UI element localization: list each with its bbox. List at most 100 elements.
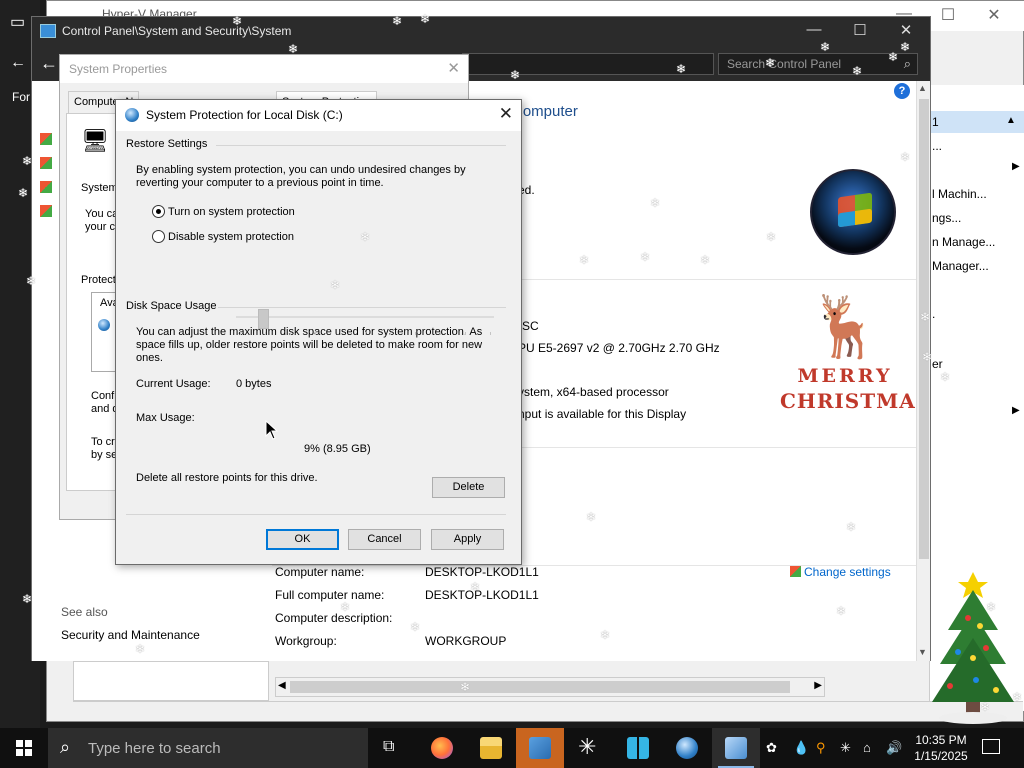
taskbar: ⌕ Type here to search ⧉ ✳ ✿ 💧 ⚲ ✳ ⌂ 🔊 10… — [0, 728, 1024, 768]
taskbar-app-globe[interactable] — [663, 728, 711, 768]
start-button[interactable] — [0, 728, 48, 768]
actions-header: 1 ▲ — [930, 111, 1024, 133]
hyperv-left-panel — [73, 661, 269, 701]
taskbar-system-properties[interactable] — [712, 728, 760, 768]
computer-name-value: DESKTOP-LKOD1L1 — [425, 565, 539, 579]
tray-drop-icon[interactable]: 💧 — [793, 740, 809, 756]
back-arrow-icon[interactable]: ← — [40, 53, 58, 74]
radio-turn-on[interactable]: Turn on system protection — [152, 204, 352, 220]
scroll-up-icon[interactable]: ▲ — [918, 83, 927, 93]
system-properties-titlebar: System Properties ✕ — [60, 55, 468, 83]
max-usage-value: 9% (8.95 GB) — [304, 443, 371, 455]
tray-snowflake-icon[interactable]: ✳ — [840, 740, 851, 756]
action-item[interactable]: Manager... — [932, 259, 989, 273]
taskbar-search-box[interactable]: ⌕ Type here to search — [48, 728, 368, 768]
snowflake-icon: ❄ — [900, 150, 911, 164]
slider-tick — [440, 332, 441, 335]
merry-christmas-image: 🦌 MERRY CHRISTMAS — [780, 293, 930, 427]
system-type-value: ystem, x64-based processor — [518, 385, 669, 399]
snowflake-icon: ❄ — [900, 40, 911, 54]
radio-on-label: Turn on system protection — [168, 206, 295, 218]
disk-space-header: Disk Space Usage — [126, 300, 217, 312]
close-icon[interactable]: ✕ — [447, 59, 460, 77]
app-window-icon[interactable]: ▭ — [10, 12, 25, 32]
snowflake-icon: ❄ — [922, 350, 933, 364]
maximize-icon[interactable]: ☐ — [838, 21, 882, 39]
taskbar-app-snowflake[interactable]: ✳ — [565, 728, 613, 768]
scroll-right-icon[interactable]: ▶ — [814, 680, 822, 691]
windows-logo — [810, 169, 896, 255]
close-icon[interactable]: ✕ — [971, 5, 1017, 25]
close-icon[interactable]: ✕ — [499, 104, 513, 124]
search-icon[interactable]: ⌕ — [904, 56, 911, 72]
horizontal-scrollbar[interactable]: ◀ ▶ — [275, 677, 825, 697]
workgroup-value: WORKGROUP — [425, 634, 507, 648]
action-item[interactable]: ngs... — [932, 211, 961, 225]
windows-start-icon — [16, 740, 32, 756]
snowflake-icon: ❄ — [340, 600, 351, 614]
radio-off-label: Disable system protection — [168, 231, 294, 243]
max-usage-slider-thumb[interactable] — [257, 309, 269, 329]
radio-disable[interactable]: Disable system protection — [152, 229, 352, 245]
action-item[interactable]: er — [932, 357, 943, 371]
max-usage-slider-track[interactable] — [236, 316, 494, 318]
task-view-button[interactable]: ⧉ — [368, 728, 416, 768]
status-bar — [73, 701, 1023, 721]
snowflake-icon: ❄ — [460, 680, 471, 694]
scroll-left-icon[interactable]: ◀ — [278, 680, 286, 691]
help-icon[interactable]: ? — [894, 83, 910, 99]
control-panel-titlebar: Control Panel\System and Security\System… — [32, 17, 930, 47]
scroll-thumb[interactable] — [290, 681, 790, 693]
taskbar-firefox[interactable] — [418, 728, 466, 768]
back-arrow-icon[interactable]: ← — [10, 54, 26, 72]
action-item[interactable]: l Machin... — [932, 187, 987, 201]
delete-button[interactable]: Delete — [432, 477, 505, 498]
globe-icon — [676, 737, 698, 759]
snowflake-icon: ❄ — [330, 278, 341, 292]
change-settings-link[interactable]: Change settings — [790, 565, 891, 579]
submenu-arrow-icon[interactable]: ▶ — [1012, 405, 1020, 416]
tray-people-icon[interactable]: ✿ — [766, 740, 777, 756]
apply-button[interactable]: Apply — [431, 529, 504, 550]
ok-button[interactable]: OK — [266, 529, 339, 550]
collapse-icon[interactable]: ▲ — [1006, 115, 1016, 126]
snowflake-icon: ❄ — [846, 520, 857, 534]
taskbar-file-explorer[interactable] — [467, 728, 515, 768]
snowflake-icon: ❄ — [650, 196, 661, 210]
submenu-arrow-icon[interactable]: ▶ — [1012, 161, 1020, 172]
volume-icon[interactable]: 🔊 — [886, 740, 902, 756]
close-icon[interactable]: ✕ — [884, 21, 928, 39]
slider-tick — [315, 332, 316, 335]
action-item[interactable]: . — [932, 307, 935, 321]
system-protection-icon — [125, 108, 139, 122]
control-panel-icon — [529, 737, 551, 759]
taskbar-control-panel[interactable] — [516, 728, 564, 768]
actions-header-label: 1 — [932, 115, 939, 129]
scroll-thumb[interactable] — [919, 99, 929, 559]
minimize-icon[interactable]: — — [792, 21, 836, 38]
full-name-value: DESKTOP-LKOD1L1 — [425, 588, 539, 602]
maximize-icon[interactable]: ☐ — [925, 5, 971, 25]
network-icon[interactable]: ⌂ — [863, 740, 871, 755]
sp-text-line: You ca — [85, 208, 119, 220]
action-item[interactable]: n Manage... — [932, 235, 995, 249]
action-item[interactable]: ... — [932, 139, 942, 153]
radio-on-indicator[interactable] — [152, 205, 165, 218]
scroll-down-icon[interactable]: ▼ — [918, 647, 927, 657]
dialog-titlebar: System Protection for Local Disk (C:) ✕ — [116, 100, 521, 131]
snowflake-icon: ❄ — [579, 253, 590, 267]
reindeer-icon: 🦌 — [808, 293, 883, 360]
taskbar-clock[interactable]: 10:35 PM 1/15/2025 — [906, 732, 976, 764]
tray-search-icon[interactable]: ⚲ — [816, 740, 826, 756]
taskbar-app-buildings[interactable] — [614, 728, 662, 768]
notification-icon[interactable] — [982, 739, 1000, 754]
shield-icon — [40, 205, 52, 217]
drive-icon — [98, 319, 110, 331]
taskbar-search-placeholder: Type here to search — [88, 740, 221, 757]
security-maintenance-link[interactable]: Security and Maintenance — [61, 628, 200, 642]
cancel-button[interactable]: Cancel — [348, 529, 421, 550]
slider-tick — [390, 332, 391, 335]
computer-icon — [725, 737, 747, 759]
snowflake-icon: ❄ — [232, 14, 243, 28]
radio-off-indicator[interactable] — [152, 230, 165, 243]
